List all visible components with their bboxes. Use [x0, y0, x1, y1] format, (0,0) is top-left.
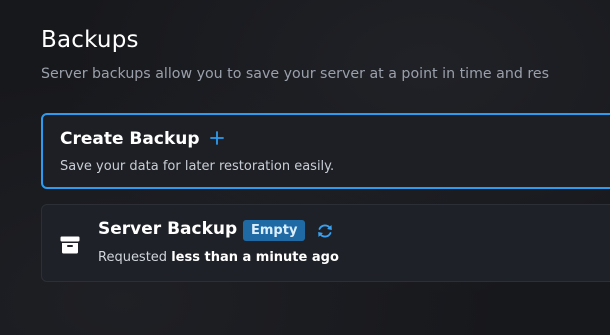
- status-badge: Empty: [243, 220, 306, 241]
- refresh-icon: [318, 224, 332, 238]
- archive-icon: [60, 236, 80, 254]
- page-title: Backups: [41, 27, 139, 53]
- create-backup-description: Save your data for later restoration eas…: [60, 159, 335, 174]
- plus-icon: [210, 131, 224, 145]
- page-description: Server backups allow you to save your se…: [41, 66, 549, 82]
- requested-time-value: less than a minute ago: [171, 250, 339, 265]
- backup-list-item[interactable]: Server Backup Empty Requested less than …: [41, 204, 610, 282]
- create-backup-title: Create Backup: [60, 129, 200, 149]
- requested-label: Requested: [98, 250, 168, 265]
- backup-requested-time: Requested less than a minute ago: [98, 250, 339, 265]
- backup-name: Server Backup: [98, 219, 238, 239]
- backups-page: Backups Server backups allow you to save…: [0, 0, 610, 335]
- create-backup-button[interactable]: Create Backup Save your data for later r…: [41, 113, 610, 189]
